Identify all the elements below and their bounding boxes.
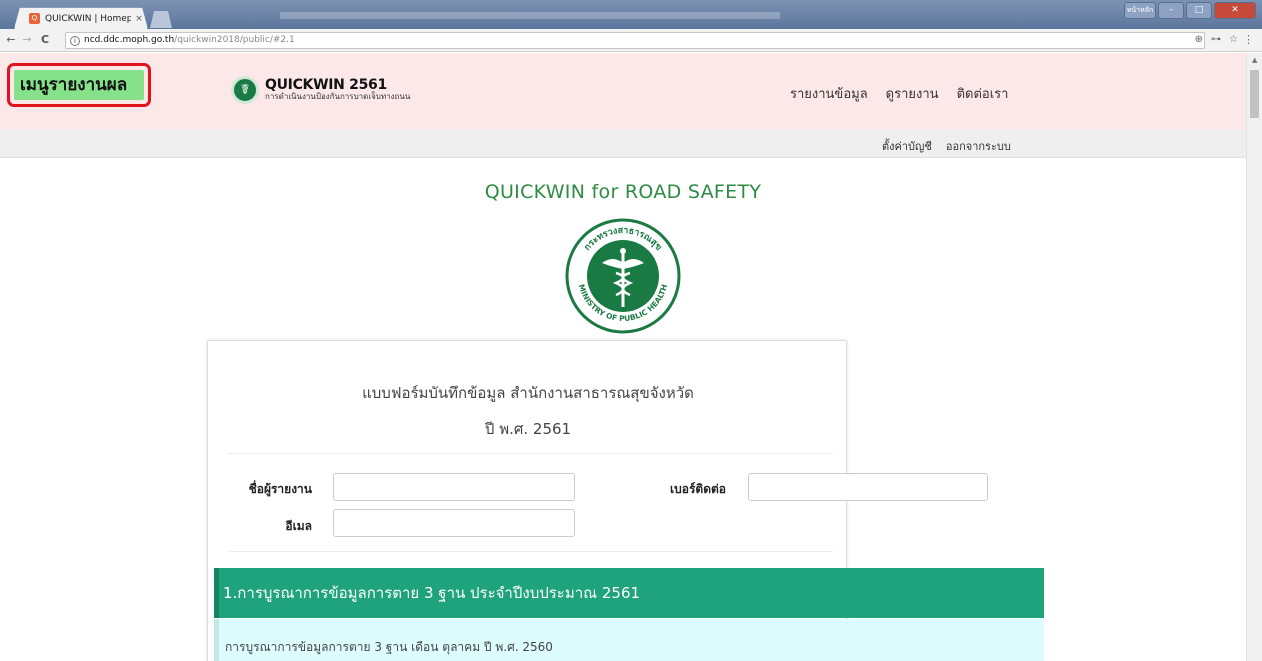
section-1-subheader[interactable]: การบูรณาการข้อมูลการตาย 3 ฐาน เดือน ตุลา… (214, 619, 1044, 661)
page-scrollbar[interactable]: ▲ (1246, 53, 1262, 661)
browser-titlebar: Q QUICKWIN | Homepage × หน้าหลัก – □ ✕ (0, 0, 1262, 29)
maximize-button[interactable]: □ (1186, 2, 1212, 19)
quickwin-logo-icon: ☤ (231, 76, 259, 104)
forward-icon[interactable]: → (20, 33, 34, 47)
minimize-button[interactable]: – (1158, 2, 1184, 19)
close-window-button[interactable]: ✕ (1214, 2, 1256, 19)
tab-title: QUICKWIN | Homepage (45, 13, 131, 24)
top-navbar: เมนูรายงานผล ☤ QUICKWIN 2561 การดำเนินงา… (0, 53, 1246, 130)
back-icon[interactable]: ← (4, 33, 18, 47)
new-tab-button[interactable] (150, 11, 172, 28)
window-title-blur (280, 12, 780, 19)
password-key-icon[interactable]: ⊶ (1211, 34, 1221, 45)
sub-navbar: ตั้งค่าบัญชี ออกจากระบบ (0, 130, 1246, 158)
divider (228, 453, 833, 454)
url-path: /quickwin2018/public/#2.1 (174, 35, 295, 45)
divider (228, 551, 833, 552)
window-user-button[interactable]: หน้าหลัก (1124, 2, 1156, 19)
page-viewport: เมนูรายงานผล ☤ QUICKWIN 2561 การดำเนินงา… (0, 53, 1246, 661)
url-host: ncd.ddc.moph.go.th (84, 35, 175, 45)
form-title: แบบฟอร์มบันทึกข้อมูล สำนักงานสาธารณสุขจั… (362, 384, 694, 402)
main-nav: รายงานข้อมูล ดูรายงาน ติดต่อเรา (790, 83, 1008, 104)
bookmark-star-icon[interactable]: ☆ (1229, 34, 1238, 45)
browser-tab[interactable]: Q QUICKWIN | Homepage × (14, 7, 148, 29)
reporter-name-input[interactable] (333, 473, 575, 501)
scrollbar-thumb[interactable] (1250, 70, 1259, 118)
phone-label: เบอร์ติดต่อ (670, 482, 726, 496)
phone-input[interactable] (748, 473, 988, 501)
site-favicon-icon: Q (29, 13, 40, 24)
nav-logout[interactable]: ออกจากระบบ (946, 137, 1011, 155)
brand[interactable]: ☤ QUICKWIN 2561 การดำเนินงานป้องกันการบา… (231, 76, 410, 104)
nav-account-settings[interactable]: ตั้งค่าบัญชี (882, 137, 932, 155)
reload-icon[interactable]: C (38, 33, 52, 47)
section-1-header[interactable]: 1.การบูรณาการข้อมูลการตาย 3 ฐาน ประจำปีง… (214, 568, 1044, 618)
form-card: แบบฟอร์มบันทึกข้อมูล สำนักงานสาธารณสุขจั… (207, 340, 1044, 661)
brand-title: QUICKWIN 2561 (265, 77, 387, 93)
browser-toolbar: ← → C i ncd.ddc.moph.go.th /quickwin2018… (0, 29, 1262, 52)
tab-close-icon[interactable]: × (131, 14, 147, 24)
page-title: QUICKWIN for ROAD SAFETY (484, 181, 762, 203)
report-menu-highlight[interactable]: เมนูรายงานผล (7, 63, 151, 107)
report-menu-button[interactable]: เมนูรายงานผล (14, 70, 144, 100)
window-controls: หน้าหลัก – □ ✕ (1124, 2, 1256, 19)
address-bar[interactable]: i ncd.ddc.moph.go.th /quickwin2018/publi… (65, 32, 1205, 49)
email-label: อีเมล (285, 519, 312, 533)
form-year: ปี พ.ศ. 2561 (484, 420, 572, 438)
zoom-icon[interactable]: ⊕ (1195, 34, 1203, 45)
email-input[interactable] (333, 509, 575, 537)
nav-report-data[interactable]: รายงานข้อมูล (790, 83, 868, 104)
reporter-name-label: ชื่อผู้รายงาน (248, 482, 312, 496)
moph-seal-icon: กระทรวงสาธารณสุข MINISTRY OF PUBLIC HEAL… (565, 218, 681, 334)
browser-menu-icon[interactable]: ⋮ (1243, 33, 1254, 46)
brand-subtitle: การดำเนินงานป้องกันการบาดเจ็บทางถนน (265, 92, 411, 101)
info-icon[interactable]: i (70, 35, 80, 46)
nav-view-report[interactable]: ดูรายงาน (886, 83, 939, 104)
nav-contact[interactable]: ติดต่อเรา (957, 83, 1009, 104)
address-bar-actions: ⊕ ⊶ ☆ (1195, 34, 1238, 45)
scroll-up-icon[interactable]: ▲ (1252, 56, 1257, 64)
